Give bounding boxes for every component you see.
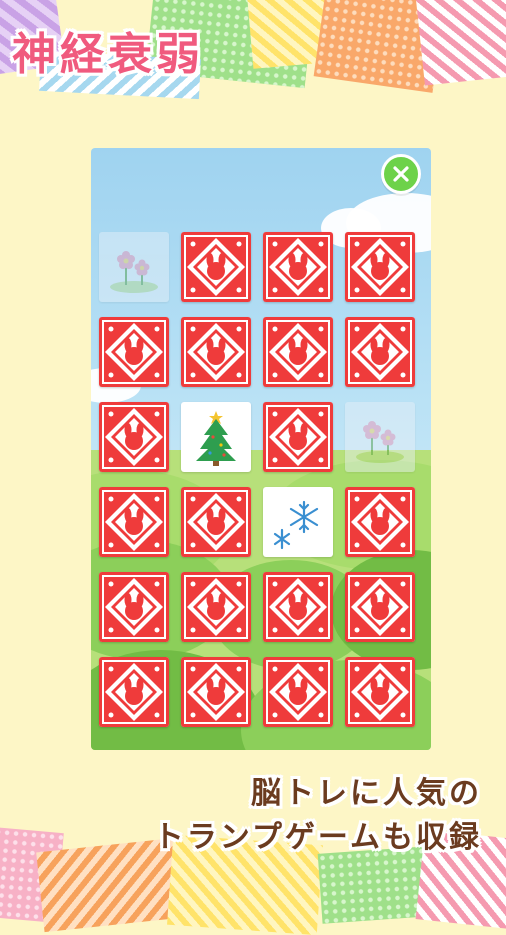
rabbit-icon — [105, 578, 163, 636]
card-back[interactable] — [263, 402, 333, 472]
card-back[interactable] — [345, 487, 415, 557]
rabbit-icon — [269, 238, 327, 296]
rabbit-icon — [351, 493, 409, 551]
rabbit-icon — [105, 493, 163, 551]
flower-icon — [110, 251, 158, 293]
game-board — [91, 148, 431, 750]
card-flower-matched — [99, 232, 169, 302]
rabbit-icon — [187, 493, 245, 551]
rabbit-icon — [269, 323, 327, 381]
rabbit-icon — [187, 663, 245, 721]
card-back[interactable] — [181, 232, 251, 302]
rabbit-icon — [187, 323, 245, 381]
card-back[interactable] — [181, 572, 251, 642]
card-back[interactable] — [263, 657, 333, 727]
page-title: 神経衰弱 — [12, 29, 204, 80]
card-back[interactable] — [181, 487, 251, 557]
card-back[interactable] — [181, 657, 251, 727]
caption-line-2: トランプゲームも収録 — [153, 820, 482, 855]
card-flower-matched — [345, 402, 415, 472]
christmas-tree-icon — [196, 411, 236, 466]
flower-icon — [356, 421, 404, 463]
rabbit-icon — [269, 408, 327, 466]
card-back[interactable] — [99, 487, 169, 557]
card-back[interactable] — [345, 232, 415, 302]
rabbit-icon — [269, 663, 327, 721]
rabbit-icon — [105, 663, 163, 721]
rabbit-icon — [351, 578, 409, 636]
rabbit-icon — [187, 238, 245, 296]
caption-line-1: 脳トレに人気の — [251, 776, 482, 811]
rabbit-icon — [105, 408, 163, 466]
snowflake-icon — [273, 500, 319, 550]
card-back[interactable] — [181, 317, 251, 387]
card-back[interactable] — [345, 317, 415, 387]
rabbit-icon — [269, 578, 327, 636]
rabbit-icon — [351, 323, 409, 381]
close-button[interactable] — [381, 154, 421, 194]
card-back[interactable] — [345, 657, 415, 727]
rabbit-icon — [351, 663, 409, 721]
close-x-icon — [393, 166, 409, 182]
card-back[interactable] — [99, 402, 169, 472]
card-christmas-tree[interactable] — [181, 402, 251, 472]
card-back[interactable] — [263, 317, 333, 387]
card-back[interactable] — [99, 572, 169, 642]
card-back[interactable] — [99, 317, 169, 387]
card-snowflake[interactable] — [263, 487, 333, 557]
card-back[interactable] — [263, 572, 333, 642]
card-back[interactable] — [99, 657, 169, 727]
decor-stripe-pink — [415, 0, 506, 86]
rabbit-icon — [351, 238, 409, 296]
decor-dots-green-bottom — [317, 846, 433, 924]
card-back[interactable] — [345, 572, 415, 642]
rabbit-icon — [187, 578, 245, 636]
card-back[interactable] — [263, 232, 333, 302]
rabbit-icon — [105, 323, 163, 381]
